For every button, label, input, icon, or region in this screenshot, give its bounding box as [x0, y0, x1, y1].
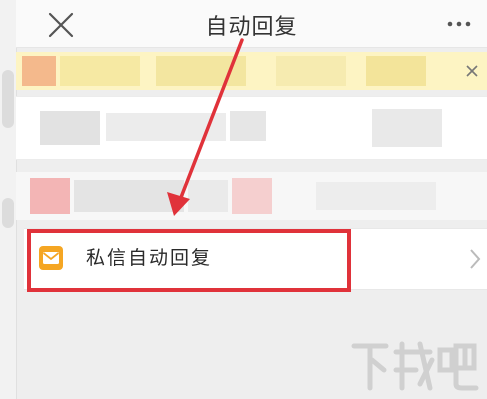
more-button[interactable] [439, 12, 479, 36]
blurred-content [106, 113, 226, 141]
blurred-block [2, 198, 14, 228]
notice-banner [16, 52, 487, 90]
page-title: 自动回复 [205, 15, 298, 40]
blurred-content [276, 56, 346, 86]
annotation-highlight-box [27, 229, 351, 292]
more-icon [447, 21, 471, 27]
blurred-content [366, 56, 426, 86]
blurred-card [16, 96, 487, 160]
blurred-content [232, 178, 272, 214]
blurred-content [22, 56, 56, 86]
top-bar: 自动回复 [16, 0, 487, 48]
previous-page-edge [0, 0, 17, 399]
blurred-content [188, 180, 228, 212]
blurred-block [2, 70, 14, 128]
blurred-row [16, 172, 487, 220]
close-icon [466, 65, 478, 77]
banner-close-button[interactable] [461, 60, 483, 82]
blurred-content [74, 180, 184, 212]
screen: 自动回复 私信自动回复 [0, 0, 487, 399]
blurred-content [230, 111, 266, 141]
chevron-right-icon [470, 249, 481, 269]
watermark-logo [351, 341, 479, 391]
blurred-content [156, 56, 246, 86]
blurred-content [60, 56, 140, 86]
blurred-content [372, 109, 442, 147]
blurred-content [30, 178, 70, 214]
blurred-content [40, 111, 100, 145]
blurred-content [316, 182, 436, 210]
